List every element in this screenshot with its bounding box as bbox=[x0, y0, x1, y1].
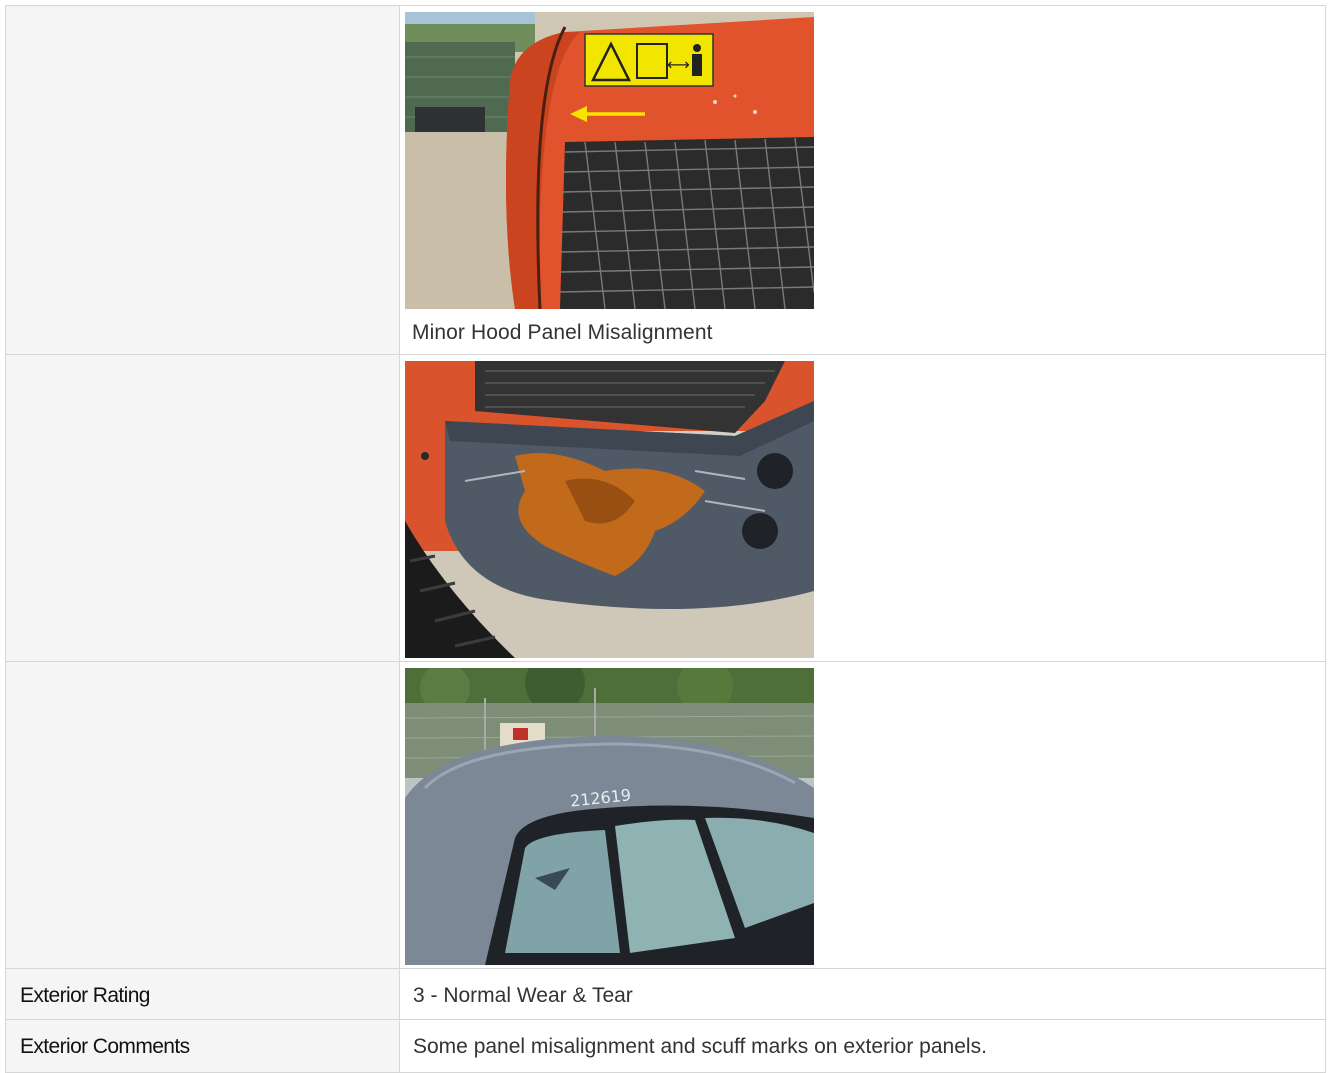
field-label: Exterior Comments bbox=[5, 1020, 400, 1072]
decal-arrow-glyph: ⟷ bbox=[667, 55, 690, 74]
photo-row bbox=[5, 355, 1326, 662]
field-value-cell: Some panel misalignment and scuff marks … bbox=[400, 1020, 1326, 1072]
row-label-empty bbox=[5, 6, 400, 354]
field-value-cell: 3 - Normal Wear & Tear bbox=[400, 969, 1326, 1019]
row-label-empty bbox=[5, 355, 400, 661]
exterior-rating-value: 3 - Normal Wear & Tear bbox=[413, 984, 633, 1007]
hood-misalignment-photo[interactable]: ⟷ bbox=[405, 12, 814, 309]
photo-row: 212619 bbox=[5, 662, 1326, 969]
cab-roof-photo[interactable]: 212619 bbox=[405, 668, 814, 965]
photo-cell: 212619 bbox=[400, 662, 1326, 968]
field-label: Exterior Rating bbox=[5, 969, 400, 1019]
photo-caption: Minor Hood Panel Misalignment bbox=[412, 321, 713, 344]
rusted-counterweight-photo[interactable] bbox=[405, 361, 814, 658]
photo-cell bbox=[400, 355, 1326, 661]
field-row-exterior-comments: Exterior Comments Some panel misalignmen… bbox=[5, 1020, 1326, 1073]
exterior-rating-label: Exterior Rating bbox=[20, 984, 150, 1007]
exterior-comments-label: Exterior Comments bbox=[20, 1035, 190, 1058]
exterior-comments-value: Some panel misalignment and scuff marks … bbox=[413, 1035, 987, 1058]
photo-row: ⟷ Minor Hood Panel Misalignment bbox=[5, 5, 1326, 355]
photo-cell: ⟷ Minor Hood Panel Misalignment bbox=[400, 6, 1326, 354]
row-label-empty bbox=[5, 662, 400, 968]
inspection-table: ⟷ Minor Hood Panel Misalignment 212619 E… bbox=[5, 5, 1326, 1073]
field-row-exterior-rating: Exterior Rating 3 - Normal Wear & Tear bbox=[5, 969, 1326, 1020]
